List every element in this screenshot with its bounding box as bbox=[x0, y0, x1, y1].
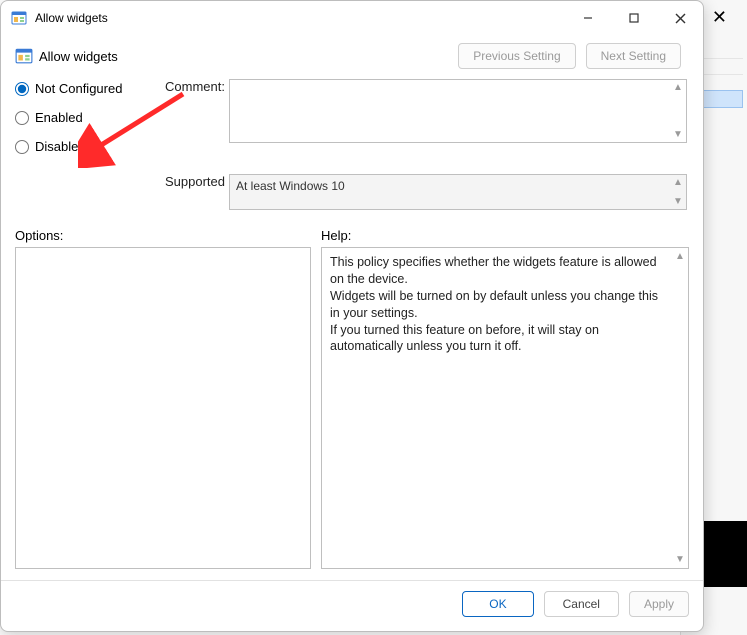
comment-textbox[interactable]: ▲ ▼ bbox=[229, 79, 687, 143]
previous-setting-button[interactable]: Previous Setting bbox=[458, 43, 575, 69]
maximize-button[interactable] bbox=[611, 1, 657, 35]
close-icon[interactable]: ✕ bbox=[712, 7, 727, 28]
radio-label: Disabled bbox=[35, 139, 86, 154]
window-title: Allow widgets bbox=[35, 11, 108, 25]
next-setting-button[interactable]: Next Setting bbox=[586, 43, 681, 69]
policy-title: Allow widgets bbox=[39, 49, 118, 64]
policy-icon bbox=[15, 47, 33, 65]
close-button[interactable] bbox=[657, 1, 703, 35]
help-label: Help: bbox=[321, 224, 689, 247]
radio-enabled[interactable]: Enabled bbox=[15, 110, 165, 125]
supported-on-text: At least Windows 10 bbox=[236, 179, 345, 193]
scroll-down-icon[interactable]: ▼ bbox=[673, 129, 683, 140]
scrollbar[interactable]: ▲ ▼ bbox=[672, 82, 684, 140]
options-label: Options: bbox=[15, 224, 311, 247]
help-text: This policy specifies whether the widget… bbox=[330, 255, 658, 353]
scrollbar[interactable]: ▲ ▼ bbox=[672, 177, 684, 207]
minimize-button[interactable] bbox=[565, 1, 611, 35]
comment-label: Comment: bbox=[165, 79, 229, 94]
supported-on-label: Supported on: bbox=[165, 174, 229, 189]
radio-not-configured[interactable]: Not Configured bbox=[15, 81, 165, 96]
window-controls bbox=[565, 1, 703, 35]
scrollbar[interactable]: ▲ ▼ bbox=[674, 250, 686, 566]
dialog-window: Allow widgets Al bbox=[0, 0, 704, 632]
scroll-up-icon[interactable]: ▲ bbox=[675, 250, 685, 264]
radio-label: Not Configured bbox=[35, 81, 122, 96]
radio-not-configured-input[interactable] bbox=[15, 82, 29, 96]
scroll-down-icon[interactable]: ▼ bbox=[673, 196, 683, 207]
help-panel: This policy specifies whether the widget… bbox=[321, 247, 689, 569]
titlebar: Allow widgets bbox=[1, 1, 703, 35]
scroll-up-icon[interactable]: ▲ bbox=[673, 177, 683, 188]
state-radio-group: Not Configured Enabled Disabled bbox=[15, 79, 165, 154]
radio-label: Enabled bbox=[35, 110, 83, 125]
radio-disabled-input[interactable] bbox=[15, 140, 29, 154]
supported-on-box: At least Windows 10 ▲ ▼ bbox=[229, 174, 687, 210]
cancel-button[interactable]: Cancel bbox=[544, 591, 619, 617]
app-icon bbox=[11, 10, 27, 26]
options-panel bbox=[15, 247, 311, 569]
ok-button[interactable]: OK bbox=[462, 591, 533, 617]
apply-button[interactable]: Apply bbox=[629, 591, 689, 617]
radio-disabled[interactable]: Disabled bbox=[15, 139, 165, 154]
radio-enabled-input[interactable] bbox=[15, 111, 29, 125]
dialog-footer: OK Cancel Apply bbox=[1, 580, 703, 631]
scroll-down-icon[interactable]: ▼ bbox=[675, 553, 685, 567]
scroll-up-icon[interactable]: ▲ bbox=[673, 82, 683, 93]
